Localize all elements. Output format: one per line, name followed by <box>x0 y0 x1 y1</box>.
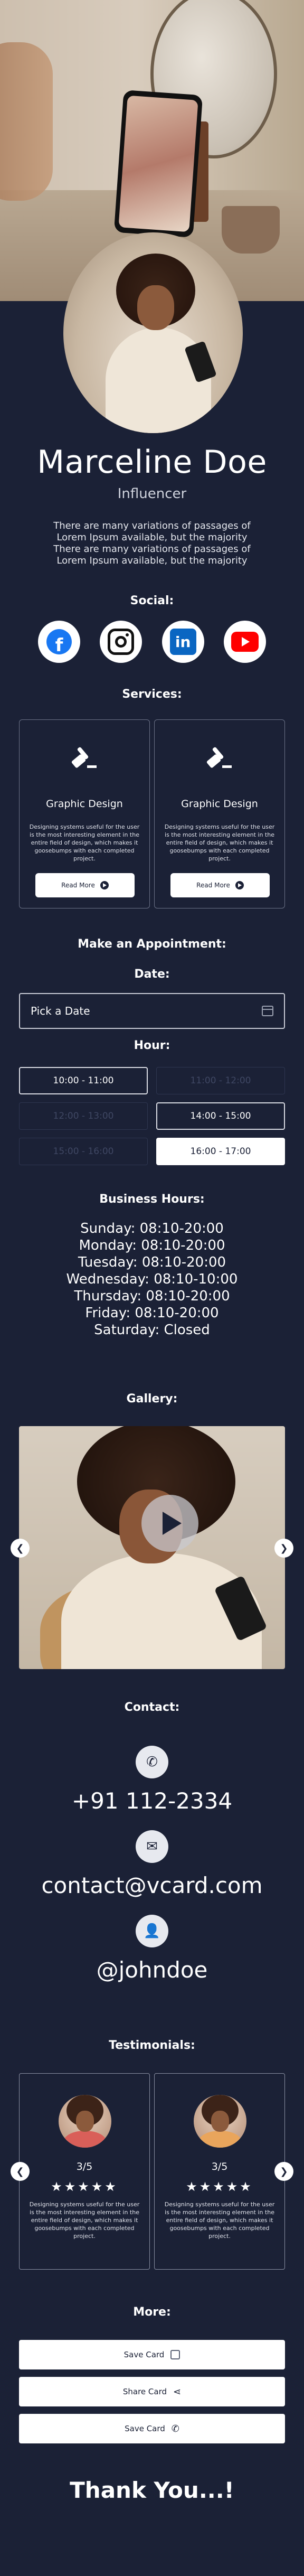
profile-bio: There are many variations of passages of… <box>53 520 251 566</box>
calendar-icon <box>262 1006 273 1016</box>
time-slot-selected[interactable]: 16:00 - 17:00 <box>156 1138 285 1165</box>
chevron-right-icon: ❯ <box>280 2166 288 2177</box>
arrow-circle-icon <box>100 881 109 889</box>
business-hours-title: Business Hours: <box>99 1193 205 1206</box>
instagram-icon <box>108 629 135 655</box>
date-label: Date: <box>134 968 170 981</box>
hours-row: Monday: 08:10-20:00 <box>79 1238 225 1253</box>
testimonial-card: 3/5 ★★★★★ Designing systems useful for t… <box>19 2073 150 2270</box>
more-title: More: <box>133 2306 171 2319</box>
download-icon <box>170 2350 180 2359</box>
contact-title: Contact: <box>124 1701 180 1714</box>
star-rating: ★★★★★ <box>51 2179 118 2194</box>
phone-icon: ✆ <box>136 1746 168 1778</box>
time-slot: 15:00 - 16:00 <box>19 1138 148 1165</box>
contact-phone[interactable]: +91 112-2334 <box>0 1788 304 1814</box>
profile-name: Marceline Doe <box>37 444 267 481</box>
email-icon: ✉ <box>136 1830 168 1863</box>
facebook-icon: f <box>46 629 72 654</box>
date-placeholder: Pick a Date <box>31 1005 90 1017</box>
service-title: Graphic Design <box>46 798 123 810</box>
thank-you-text: Thank You...! <box>70 2477 234 2503</box>
time-slot[interactable]: 10:00 - 11:00 <box>19 1067 148 1094</box>
user-icon: 👤 <box>136 1915 168 1947</box>
youtube-icon <box>231 632 259 652</box>
avatar <box>194 2095 246 2148</box>
save-contact-label: Save Card <box>125 2424 165 2433</box>
testimonial-score: 3/5 <box>211 2161 228 2172</box>
play-icon[interactable] <box>141 1495 198 1552</box>
share-icon: ⋖ <box>173 2386 182 2397</box>
social-title: Social: <box>130 594 174 607</box>
read-more-button[interactable]: Read More <box>35 873 135 897</box>
save-card-label: Save Card <box>124 2350 165 2359</box>
star-rating: ★★★★★ <box>186 2179 253 2194</box>
paint-brush-icon <box>71 747 97 768</box>
save-card-button[interactable]: Save Card <box>19 2340 285 2369</box>
hours-row: Thursday: 08:10-20:00 <box>74 1288 230 1304</box>
read-more-button[interactable]: Read More <box>170 873 270 897</box>
chevron-right-icon: ❯ <box>280 1542 288 1554</box>
social-links: f in <box>38 621 266 663</box>
services-title: Services: <box>122 688 182 701</box>
paint-brush-icon <box>206 747 232 768</box>
linkedin-icon: in <box>169 629 196 655</box>
share-card-button[interactable]: Share Card ⋖ <box>19 2377 285 2406</box>
profile-role: Influencer <box>117 486 187 502</box>
testimonials-prev-button[interactable]: ❮ <box>11 2162 30 2181</box>
read-more-label: Read More <box>196 882 230 889</box>
phone-icon: ✆ <box>171 2423 179 2434</box>
facebook-link[interactable]: f <box>38 621 80 663</box>
linkedin-link[interactable]: in <box>162 621 204 663</box>
gallery-prev-button[interactable]: ❮ <box>11 1539 30 1558</box>
testimonials-title: Testimonials: <box>109 2039 195 2052</box>
testimonials-next-button[interactable]: ❯ <box>274 2162 293 2181</box>
hours-row: Sunday: 08:10-20:00 <box>80 1221 224 1237</box>
avatar <box>59 2095 111 2148</box>
hours-row: Friday: 08:10-20:00 <box>85 1305 219 1321</box>
testimonial-card: 3/5 ★★★★★ Designing systems useful for t… <box>154 2073 285 2270</box>
service-title: Graphic Design <box>181 798 258 810</box>
service-description: Designing systems useful for the user is… <box>164 823 275 862</box>
business-hours-list: Sunday: 08:10-20:00 Monday: 08:10-20:00 … <box>0 1220 304 1338</box>
date-picker-input[interactable]: Pick a Date <box>19 993 285 1029</box>
save-contact-button[interactable]: Save Card ✆ <box>19 2414 285 2443</box>
hours-row: Saturday: Closed <box>94 1322 210 1338</box>
service-card: Graphic Design Designing systems useful … <box>19 719 150 908</box>
contact-email[interactable]: contact@vcard.com <box>0 1872 304 1898</box>
service-description: Designing systems useful for the user is… <box>29 823 140 862</box>
hours-row: Wednesday: 08:10-10:00 <box>66 1271 238 1287</box>
testimonial-text: Designing systems useful for the user is… <box>29 2201 140 2240</box>
profile-avatar <box>63 232 243 433</box>
read-more-label: Read More <box>61 882 95 889</box>
time-slot: 11:00 - 12:00 <box>156 1067 285 1094</box>
hours-row: Tuesday: 08:10-20:00 <box>78 1254 226 1270</box>
appointment-title: Make an Appointment: <box>78 938 226 951</box>
service-card: Graphic Design Designing systems useful … <box>154 719 285 908</box>
time-slot[interactable]: 14:00 - 15:00 <box>156 1102 285 1130</box>
gallery-video[interactable] <box>19 1426 285 1669</box>
testimonial-text: Designing systems useful for the user is… <box>164 2201 275 2240</box>
youtube-link[interactable] <box>223 621 266 663</box>
hour-label: Hour: <box>134 1039 170 1052</box>
instagram-link[interactable] <box>100 621 142 663</box>
chevron-left-icon: ❮ <box>16 1542 24 1554</box>
gallery-title: Gallery: <box>126 1392 178 1406</box>
share-card-label: Share Card <box>122 2387 167 2396</box>
testimonial-score: 3/5 <box>76 2161 93 2172</box>
chevron-left-icon: ❮ <box>16 2166 24 2177</box>
time-slot: 12:00 - 13:00 <box>19 1102 148 1130</box>
contact-handle[interactable]: @johndoe <box>0 1957 304 1983</box>
gallery-next-button[interactable]: ❯ <box>274 1539 293 1558</box>
arrow-circle-icon <box>235 881 244 889</box>
